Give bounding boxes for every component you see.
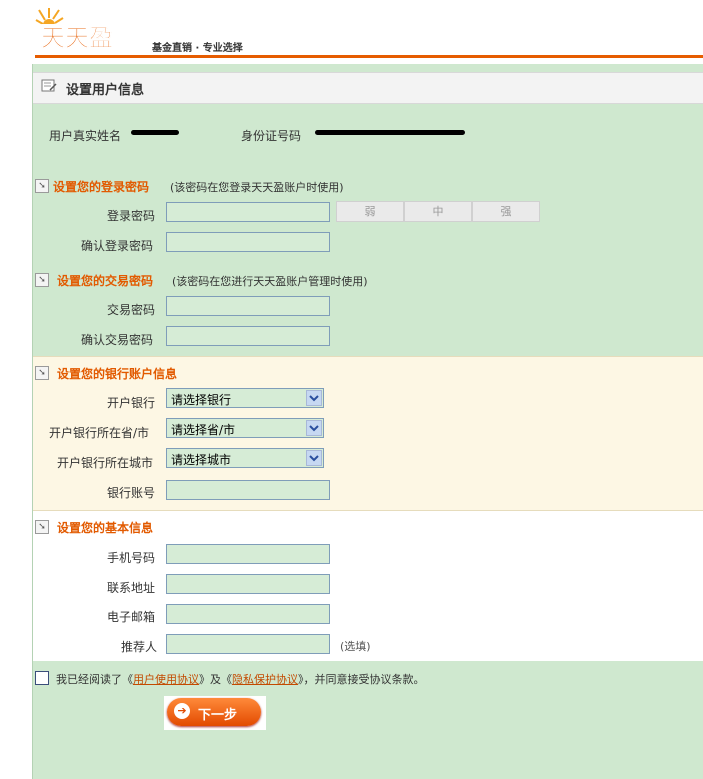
province-label: 开户银行所在省/市 — [49, 426, 150, 440]
privacy-agreement-link[interactable]: 隐私保护协议 — [232, 673, 298, 686]
trade-section-note: (该密码在您进行天天盈账户管理时使用) — [172, 275, 368, 288]
login-password-input[interactable] — [166, 202, 330, 222]
edit-note-icon — [41, 79, 57, 92]
section-arrow-icon: ➘ — [35, 179, 49, 193]
agreement-text: 我已经阅读了《用户使用协议》及《隐私保护协议》，并同意接受协议条款。 — [56, 671, 425, 687]
city-label: 开户银行所在城市 — [57, 456, 154, 470]
bank-select-value: 请选择银行 — [171, 393, 232, 407]
province-select-value: 请选择省/市 — [171, 423, 236, 437]
chevron-down-icon[interactable] — [306, 420, 322, 436]
trade-password-label: 交易密码 — [107, 303, 156, 317]
bank-select[interactable]: 请选择银行 — [166, 388, 324, 408]
login-section-title: 设置您的登录密码 — [53, 180, 150, 194]
logo-text: 天天盈 — [41, 24, 113, 52]
optional-note: (选填) — [340, 640, 371, 653]
trade-confirm-input[interactable] — [166, 326, 330, 346]
chevron-down-icon[interactable] — [306, 450, 322, 466]
trade-password-input[interactable] — [166, 296, 330, 316]
section-arrow-icon: ➘ — [35, 520, 49, 534]
phone-label: 手机号码 — [107, 551, 156, 565]
referrer-label: 推荐人 — [121, 640, 158, 654]
agreement-text-1: 我已经阅读了《 — [56, 673, 133, 686]
email-label: 电子邮箱 — [107, 610, 156, 624]
login-confirm-label: 确认登录密码 — [81, 239, 154, 253]
section-arrow-icon: ➘ — [35, 366, 49, 380]
account-label: 银行账号 — [107, 486, 156, 500]
chevron-down-icon[interactable] — [306, 390, 322, 406]
next-button-label[interactable]: 下一步 — [198, 704, 237, 723]
login-password-label: 登录密码 — [107, 209, 156, 223]
tiantianying-logo: 天天盈 — [35, 8, 143, 52]
bank-section-title: 设置您的银行账户信息 — [57, 367, 178, 381]
header-slogan: 基金直销 · 专业选择 — [152, 43, 243, 54]
address-label: 联系地址 — [107, 581, 156, 595]
redacted-name — [131, 130, 179, 135]
real-name-label: 用户真实姓名 — [49, 129, 122, 143]
redacted-id-number — [315, 130, 465, 135]
strength-medium: 中 — [404, 201, 472, 222]
section-arrow-icon: ➘ — [35, 273, 49, 287]
city-select[interactable]: 请选择城市 — [166, 448, 324, 468]
agreement-text-2: 》及《 — [199, 673, 232, 686]
trade-confirm-label: 确认交易密码 — [81, 333, 154, 347]
basic-section-title: 设置您的基本信息 — [57, 521, 154, 535]
arrow-right-icon[interactable]: ➔ — [174, 703, 190, 719]
referrer-input[interactable] — [166, 634, 330, 654]
id-number-label: 身份证号码 — [241, 129, 302, 143]
agreement-text-3: 》，并同意接受协议条款。 — [298, 673, 425, 686]
bank-account-input[interactable] — [166, 480, 330, 500]
city-select-value: 请选择城市 — [171, 453, 232, 467]
page-title: 设置用户信息 — [66, 83, 145, 98]
strength-strong: 强 — [472, 201, 540, 222]
trade-section-title: 设置您的交易密码 — [57, 274, 154, 288]
login-section-note: (该密码在您登录天天盈账户时使用) — [170, 181, 344, 194]
address-input[interactable] — [166, 574, 330, 594]
header-divider — [35, 55, 703, 58]
phone-input[interactable] — [166, 544, 330, 564]
user-agreement-link[interactable]: 用户使用协议 — [133, 673, 199, 686]
email-input[interactable] — [166, 604, 330, 624]
province-select[interactable]: 请选择省/市 — [166, 418, 324, 438]
bank-label: 开户银行 — [107, 396, 156, 410]
agreement-checkbox[interactable] — [35, 671, 49, 685]
strength-weak: 弱 — [336, 201, 404, 222]
login-confirm-input[interactable] — [166, 232, 330, 252]
